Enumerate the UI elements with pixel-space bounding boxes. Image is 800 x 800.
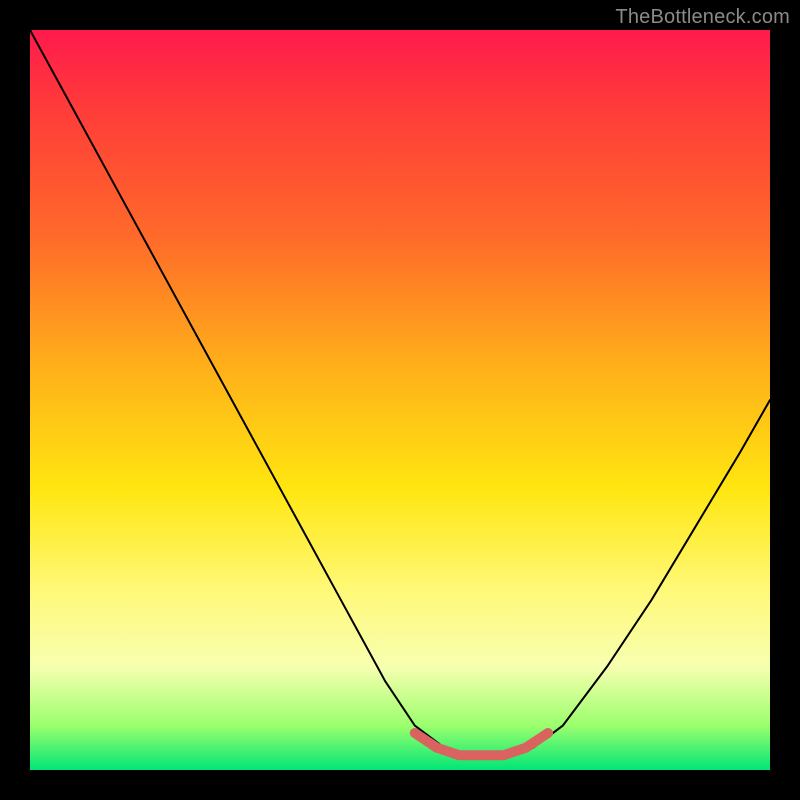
watermark-text: TheBottleneck.com <box>615 6 790 29</box>
plot-area <box>30 30 770 770</box>
optimal-band-path <box>415 733 548 755</box>
chart-frame: TheBottleneck.com <box>0 0 800 800</box>
bottleneck-curve-path <box>30 30 770 755</box>
chart-svg <box>30 30 770 770</box>
